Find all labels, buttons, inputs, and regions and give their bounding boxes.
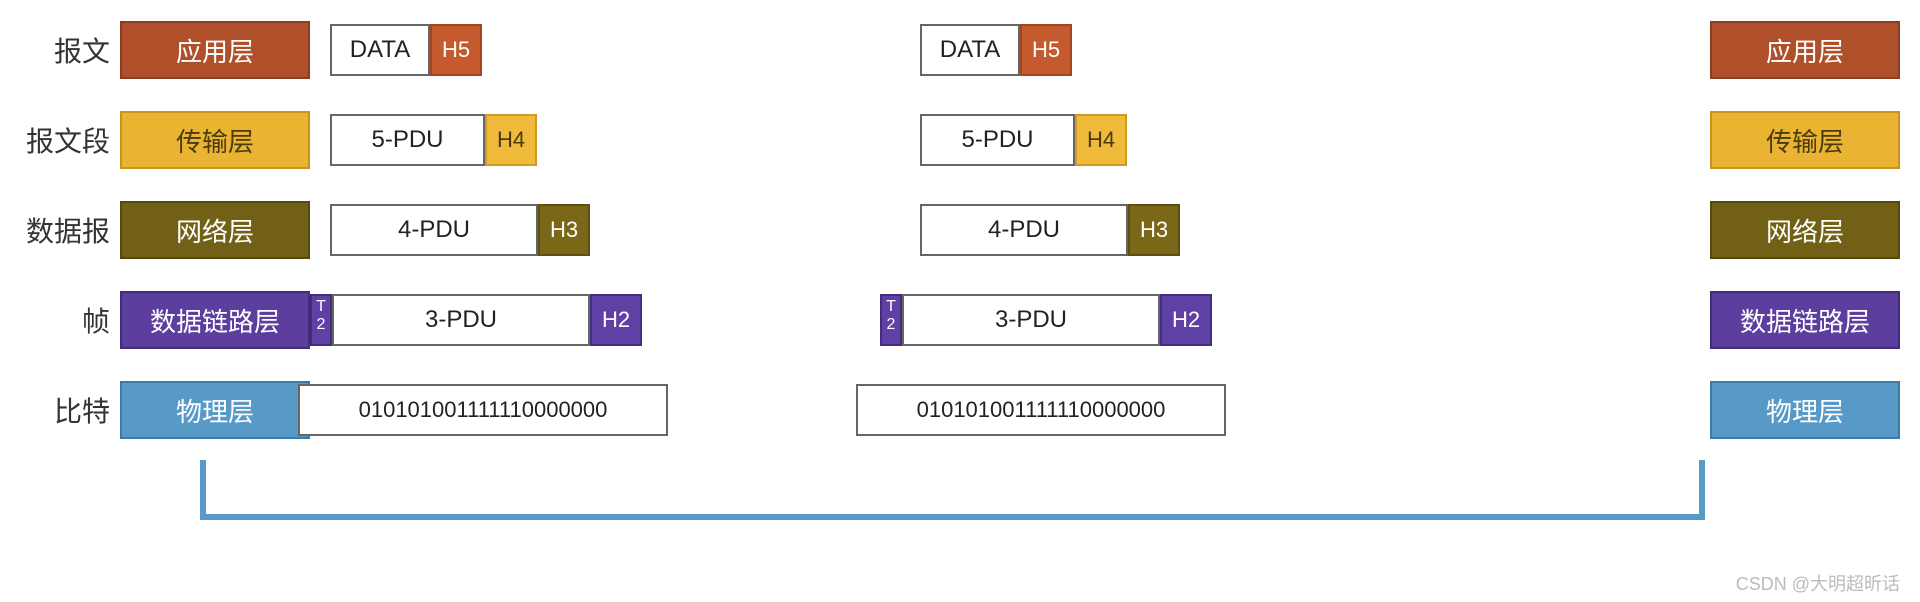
app-data-left: DATA: [330, 24, 430, 76]
link-trailer-right: T 2: [880, 294, 902, 346]
right-layer-datalink: 数据链路层: [1710, 291, 1900, 349]
left-pdu-datalink: T 2 3-PDU H2: [310, 294, 790, 346]
pdu-area-datalink: T 2 3-PDU H2 T 2 3-PDU H2: [330, 294, 1690, 346]
label-message: 报文: [20, 30, 120, 70]
app-header-left: H5: [430, 24, 482, 76]
right-pdu-transport: 5-PDU H4: [920, 114, 1400, 166]
left-layer-application: 应用层: [120, 21, 310, 79]
watermark: CSDN @大明超昕话: [1736, 570, 1900, 596]
right-pdu-physical: 010101001111110000000: [856, 384, 1336, 436]
right-pdu-datalink: T 2 3-PDU H2: [880, 294, 1360, 346]
trans-header-right: H4: [1075, 114, 1127, 166]
trans-data-right: 5-PDU: [920, 114, 1075, 166]
right-layer-transport: 传输层: [1710, 111, 1900, 169]
app-header-right: H5: [1020, 24, 1072, 76]
trans-data-left: 5-PDU: [330, 114, 485, 166]
right-layer-physical: 物理层: [1710, 381, 1900, 439]
trans-header-left: H4: [485, 114, 537, 166]
row-transport: 报文段 传输层 5-PDU H4 5-PDU H4 传输层: [20, 110, 1900, 170]
right-layer-network: 网络层: [1710, 201, 1900, 259]
left-pdu-network: 4-PDU H3: [330, 204, 810, 256]
row-physical: 比特 物理层 010101001111110000000 01010100111…: [20, 380, 1900, 440]
link-header-right: H2: [1160, 294, 1212, 346]
right-pdu-application: DATA H5: [920, 24, 1400, 76]
net-data-left: 4-PDU: [330, 204, 538, 256]
link-data-left: 3-PDU: [332, 294, 590, 346]
net-header-right: H3: [1128, 204, 1180, 256]
left-layer-transport: 传输层: [120, 111, 310, 169]
physical-connector: [200, 460, 1705, 520]
left-pdu-transport: 5-PDU H4: [330, 114, 810, 166]
link-trailer-left: T 2: [310, 294, 332, 346]
left-layer-network: 网络层: [120, 201, 310, 259]
bits-right: 010101001111110000000: [856, 384, 1226, 436]
pdu-area-application: DATA H5 DATA H5: [330, 24, 1690, 76]
link-data-right: 3-PDU: [902, 294, 1160, 346]
app-data-right: DATA: [920, 24, 1020, 76]
label-bit: 比特: [20, 390, 120, 430]
net-data-right: 4-PDU: [920, 204, 1128, 256]
left-pdu-application: DATA H5: [330, 24, 810, 76]
row-application: 报文 应用层 DATA H5 DATA H5 应用层: [20, 20, 1900, 80]
label-segment: 报文段: [20, 120, 120, 160]
left-layer-datalink: 数据链路层: [120, 291, 310, 349]
bits-left: 010101001111110000000: [298, 384, 668, 436]
pdu-area-network: 4-PDU H3 4-PDU H3: [330, 204, 1690, 256]
left-pdu-physical: 010101001111110000000: [298, 384, 778, 436]
row-network: 数据报 网络层 4-PDU H3 4-PDU H3 网络层: [20, 200, 1900, 260]
label-frame: 帧: [20, 300, 120, 340]
pdu-area-physical: 010101001111110000000 010101001111110000…: [330, 384, 1690, 436]
right-pdu-network: 4-PDU H3: [920, 204, 1400, 256]
right-layer-application: 应用层: [1710, 21, 1900, 79]
link-header-left: H2: [590, 294, 642, 346]
net-header-left: H3: [538, 204, 590, 256]
row-datalink: 帧 数据链路层 T 2 3-PDU H2 T 2 3-PDU H2 数据链路层: [20, 290, 1900, 350]
pdu-area-transport: 5-PDU H4 5-PDU H4: [330, 114, 1690, 166]
left-layer-physical: 物理层: [120, 381, 310, 439]
label-datagram: 数据报: [20, 210, 120, 250]
